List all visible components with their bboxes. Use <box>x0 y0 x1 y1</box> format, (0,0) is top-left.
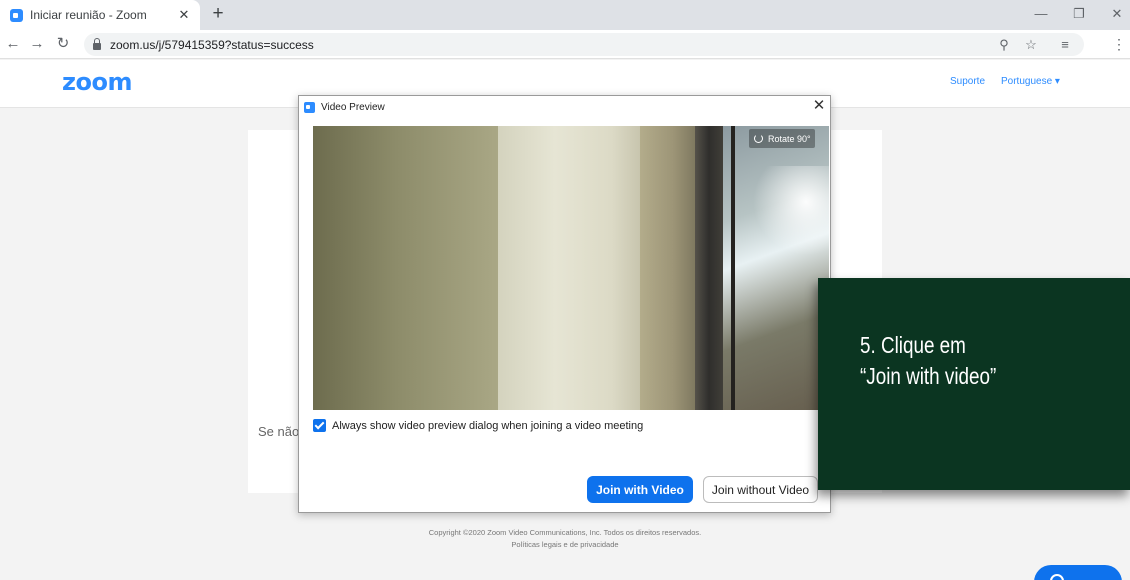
restore-button[interactable]: ❐ <box>1064 4 1094 24</box>
preview-checkbox-label[interactable]: Always show video preview dialog when jo… <box>332 420 643 432</box>
back-arrow-icon[interactable]: ← <box>2 34 24 54</box>
tab-title: Iniciar reunião - Zoom <box>30 8 147 22</box>
zoom-app-icon <box>304 101 315 113</box>
page-footer: Copyright ©2020 Zoom Video Communication… <box>0 527 1130 551</box>
dialog-title-bar[interactable]: Video Preview <box>299 96 830 118</box>
bookmark-star-icon[interactable]: ☆ <box>1021 35 1041 54</box>
video-preview-dialog: Video Preview ✕ Rotate 90° Always show v… <box>298 95 831 513</box>
browser-tab[interactable]: Iniciar reunião - Zoom ✕ <box>0 0 200 30</box>
url-text[interactable]: zoom.us/j/579415359?status=success <box>110 38 314 52</box>
zoom-favicon-icon <box>10 8 23 22</box>
forward-arrow-icon[interactable]: → <box>26 34 48 54</box>
rotate-icon <box>754 134 763 143</box>
legal-privacy-link[interactable]: Políticas legais e de privacidade <box>0 539 1130 551</box>
rotate-label: Rotate 90° <box>768 133 811 144</box>
tab-close-icon[interactable]: ✕ <box>174 7 194 23</box>
video-scene <box>313 126 498 410</box>
help-button[interactable] <box>1034 565 1122 580</box>
callout-line-1: 5. Clique em <box>860 332 966 358</box>
address-bar[interactable]: zoom.us/j/579415359?status=success ⚲ ☆ ≡ <box>84 33 1084 56</box>
reload-icon[interactable]: ↻ <box>52 34 74 54</box>
minimize-button[interactable]: — <box>1026 4 1056 24</box>
close-window-button[interactable]: ✕ <box>1102 4 1130 24</box>
help-icon <box>1050 574 1064 580</box>
dialog-close-icon[interactable]: ✕ <box>811 98 827 114</box>
dialog-title: Video Preview <box>321 101 385 113</box>
browser-menu-icon[interactable]: ⋮ <box>1112 34 1126 54</box>
preview-checkbox[interactable] <box>313 419 326 432</box>
browser-tab-bar: Iniciar reunião - Zoom ✕ + — ❐ ✕ <box>0 0 1130 30</box>
join-without-video-button[interactable]: Join without Video <box>703 476 818 503</box>
copyright-text: Copyright ©2020 Zoom Video Communication… <box>428 528 702 537</box>
tutorial-callout: 5. Clique em “Join with video” <box>818 278 1130 490</box>
media-queue-icon[interactable]: ≡ <box>1055 35 1075 54</box>
browser-toolbar: ← → ↻ zoom.us/j/579415359?status=success… <box>0 30 1130 59</box>
lock-icon <box>93 37 101 50</box>
language-dropdown[interactable]: Portuguese ▾ <box>1001 76 1060 87</box>
zoom-logo[interactable]: zoom <box>62 68 132 96</box>
join-with-video-button[interactable]: Join with Video <box>587 476 693 503</box>
callout-line-2: “Join with video” <box>860 363 997 389</box>
support-link[interactable]: Suporte <box>950 76 985 87</box>
preview-checkbox-row[interactable]: Always show video preview dialog when jo… <box>313 419 643 432</box>
rotate-button[interactable]: Rotate 90° <box>749 129 815 148</box>
zoom-magnifier-icon[interactable]: ⚲ <box>994 35 1014 54</box>
new-tab-button[interactable]: + <box>206 3 230 27</box>
launch-help-text: Se não <box>258 424 300 439</box>
callout-text: 5. Clique em “Join with video” <box>860 330 996 392</box>
camera-preview: Rotate 90° <box>313 126 829 410</box>
